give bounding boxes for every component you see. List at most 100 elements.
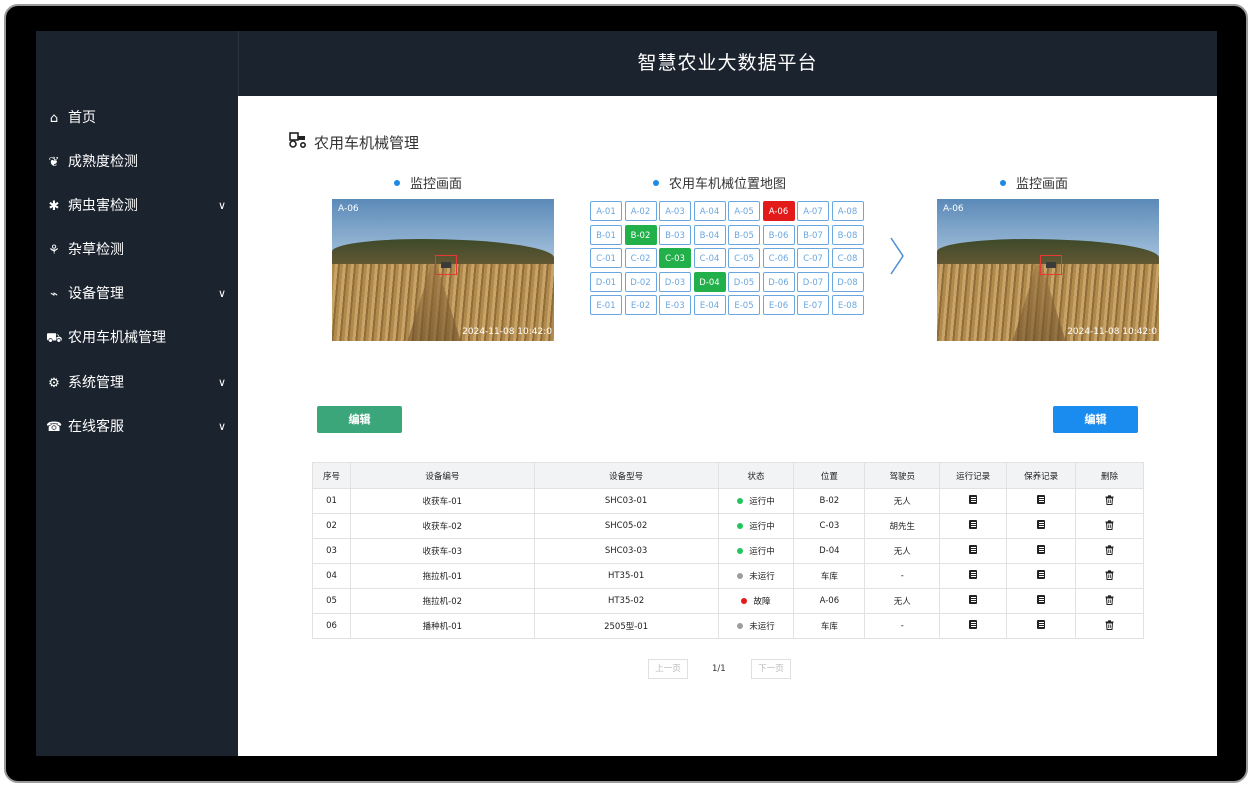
map-cell-e-02[interactable]: E-02 bbox=[624, 295, 657, 315]
map-cell-d-02[interactable]: D-02 bbox=[624, 271, 657, 292]
map-cell-a-04[interactable]: A-04 bbox=[693, 201, 726, 221]
device-code: 收获车-02 bbox=[349, 513, 535, 539]
seedling-icon: ⚘ bbox=[48, 243, 60, 258]
maintenance-log-icon[interactable] bbox=[1037, 570, 1046, 579]
run-log-icon[interactable] bbox=[969, 570, 978, 579]
caption-dot bbox=[653, 179, 659, 186]
map-cell-c-04[interactable]: C-04 bbox=[693, 248, 726, 268]
map-cell-a-06[interactable]: A-06 bbox=[762, 201, 795, 221]
trash-icon[interactable] bbox=[1105, 544, 1114, 555]
driver: - bbox=[864, 563, 941, 589]
map-cell-b-06[interactable]: B-06 bbox=[762, 224, 795, 245]
map-cell-d-06[interactable]: D-06 bbox=[762, 271, 795, 292]
map-cell-a-02[interactable]: A-02 bbox=[624, 201, 657, 221]
next-page-button[interactable]: 下一页 bbox=[751, 659, 791, 679]
map-cell-b-03[interactable]: B-03 bbox=[659, 224, 691, 245]
maintenance-log-icon[interactable] bbox=[1037, 520, 1046, 529]
sidebar-item-3[interactable]: ⚘ 杂草检测 bbox=[46, 236, 228, 264]
run-log-icon[interactable] bbox=[969, 595, 978, 604]
right-panel-caption-text: 监控画面 bbox=[1016, 177, 1069, 192]
sidebar-item-0[interactable]: ⌂ 首页 bbox=[46, 104, 228, 132]
map-cell-d-01[interactable]: D-01 bbox=[590, 271, 622, 292]
row-number: 06 bbox=[312, 613, 351, 639]
map-cell-c-08[interactable]: C-08 bbox=[831, 248, 864, 268]
row-number: 03 bbox=[312, 538, 351, 564]
map-cell-e-03[interactable]: E-03 bbox=[659, 295, 691, 315]
left-camera-feed[interactable]: A-06 2024-11-08 10:42:0 bbox=[332, 199, 554, 341]
map-cell-b-01[interactable]: B-01 bbox=[590, 224, 622, 245]
maintenance-log-icon[interactable] bbox=[1037, 620, 1046, 629]
right-camera-feed[interactable]: A-06 2024-11-08 10:42:0 bbox=[937, 199, 1159, 341]
map-cell-b-04[interactable]: B-04 bbox=[693, 224, 726, 245]
device-icon: ⌁ bbox=[50, 287, 58, 302]
caption-dot bbox=[394, 179, 400, 186]
sidebar-item-2[interactable]: ✱ 病虫害检测 ∨ bbox=[46, 192, 228, 220]
trash-icon[interactable] bbox=[1105, 619, 1114, 630]
driver: 无人 bbox=[864, 588, 941, 614]
delete-cell bbox=[1075, 538, 1144, 564]
map-cell-a-01[interactable]: A-01 bbox=[590, 201, 622, 221]
map-cell-b-05[interactable]: B-05 bbox=[728, 224, 760, 245]
delete-cell bbox=[1075, 513, 1144, 539]
trash-icon[interactable] bbox=[1105, 519, 1114, 530]
map-cell-e-06[interactable]: E-06 bbox=[762, 295, 795, 315]
map-cell-e-05[interactable]: E-05 bbox=[728, 295, 760, 315]
map-cell-a-07[interactable]: A-07 bbox=[797, 201, 829, 221]
next-arrow-icon[interactable] bbox=[889, 236, 905, 276]
status-dot-icon bbox=[737, 622, 744, 629]
camera-id: A-06 bbox=[943, 204, 964, 214]
map-cell-d-08[interactable]: D-08 bbox=[831, 271, 864, 292]
map-cell-e-08[interactable]: E-08 bbox=[831, 295, 864, 315]
map-cell-a-08[interactable]: A-08 bbox=[831, 201, 864, 221]
map-cell-b-08[interactable]: B-08 bbox=[831, 224, 864, 245]
trash-icon[interactable] bbox=[1105, 494, 1114, 505]
device-code: 收获车-03 bbox=[349, 538, 535, 564]
row-number: 01 bbox=[312, 488, 351, 514]
sidebar-item-5[interactable]: ⛟ 农用车机械管理 bbox=[46, 324, 228, 352]
maintenance-log-cell bbox=[1006, 588, 1077, 614]
run-log-cell bbox=[939, 588, 1008, 614]
sidebar-item-6[interactable]: ⚙ 系统管理 ∨ bbox=[46, 369, 228, 397]
map-cell-d-07[interactable]: D-07 bbox=[797, 271, 829, 292]
sidebar-item-7[interactable]: ☎ 在线客服 ∨ bbox=[46, 413, 228, 441]
edit-button-left[interactable]: 编辑 bbox=[317, 406, 402, 433]
prev-page-button[interactable]: 上一页 bbox=[648, 659, 688, 679]
run-log-icon[interactable] bbox=[969, 520, 978, 529]
run-log-icon[interactable] bbox=[969, 495, 978, 504]
device-code: 播种机-01 bbox=[349, 613, 535, 639]
sidebar-item-1[interactable]: ❦ 成熟度检测 bbox=[46, 148, 228, 176]
map-cell-b-02[interactable]: B-02 bbox=[624, 224, 657, 245]
chevron-down-icon: ∨ bbox=[217, 420, 226, 433]
run-log-icon[interactable] bbox=[969, 545, 978, 554]
map-cell-c-03[interactable]: C-03 bbox=[659, 248, 691, 268]
edit-button-right[interactable]: 编辑 bbox=[1053, 406, 1138, 433]
position: 车库 bbox=[793, 563, 866, 589]
map-cell-a-05[interactable]: A-05 bbox=[728, 201, 760, 221]
map-cell-d-05[interactable]: D-05 bbox=[728, 271, 760, 292]
map-cell-c-05[interactable]: C-05 bbox=[728, 248, 760, 268]
map-cell-d-03[interactable]: D-03 bbox=[659, 271, 691, 292]
maintenance-log-icon[interactable] bbox=[1037, 495, 1046, 504]
map-cell-d-04[interactable]: D-04 bbox=[693, 271, 726, 292]
run-log-icon[interactable] bbox=[969, 620, 978, 629]
map-cell-b-07[interactable]: B-07 bbox=[797, 224, 829, 245]
maintenance-log-icon[interactable] bbox=[1037, 545, 1046, 554]
map-cell-e-04[interactable]: E-04 bbox=[693, 295, 726, 315]
map-cell-e-01[interactable]: E-01 bbox=[590, 295, 622, 315]
maintenance-log-icon[interactable] bbox=[1037, 595, 1046, 604]
map-cell-c-02[interactable]: C-02 bbox=[624, 248, 657, 268]
map-cell-c-06[interactable]: C-06 bbox=[762, 248, 795, 268]
map-cell-a-03[interactable]: A-03 bbox=[659, 201, 691, 221]
table-header-cell: 序号 bbox=[312, 462, 351, 489]
table-header-cell: 运行记录 bbox=[939, 462, 1008, 489]
map-cell-e-07[interactable]: E-07 bbox=[797, 295, 829, 315]
trash-icon[interactable] bbox=[1105, 594, 1114, 605]
sidebar-item-4[interactable]: ⌁ 设备管理 ∨ bbox=[46, 280, 228, 308]
map-cell-c-07[interactable]: C-07 bbox=[797, 248, 829, 268]
run-log-cell bbox=[939, 613, 1008, 639]
delete-cell bbox=[1075, 588, 1144, 614]
map-cell-c-01[interactable]: C-01 bbox=[590, 248, 622, 268]
bug-icon: ✱ bbox=[48, 199, 60, 214]
status-cell: 故障 bbox=[717, 588, 795, 614]
trash-icon[interactable] bbox=[1105, 569, 1114, 580]
